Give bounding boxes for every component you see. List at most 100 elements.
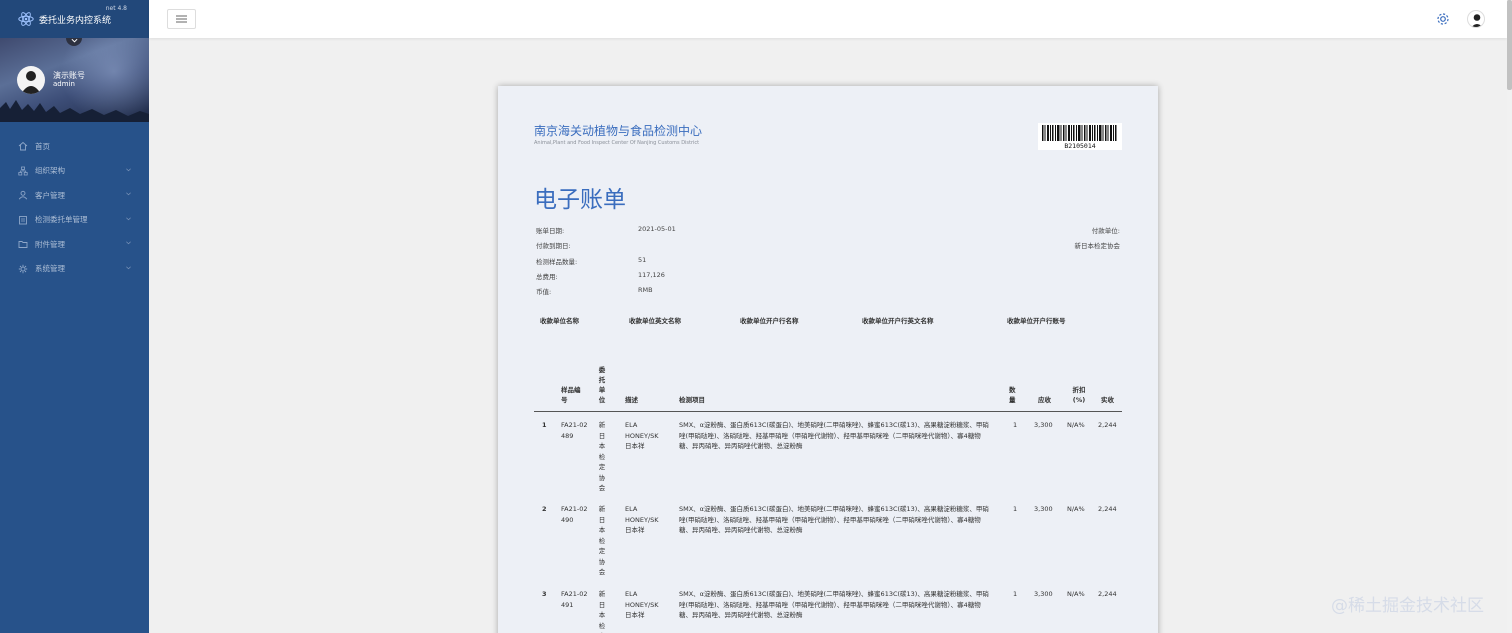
brand-bar: 委托业务内控系统 net 4.8 — [0, 0, 149, 38]
row-items: SMX、α淀粉酶、蛋白质613C(碳蛋白)、地美硝唑(二甲硝咪唑)、蜂蜜613C… — [679, 590, 989, 619]
chevron-down-icon — [126, 217, 131, 220]
clipboard-icon — [19, 215, 27, 225]
payer-label: 付款单位: — [1091, 227, 1120, 235]
row-index: 2 — [542, 505, 547, 513]
sample-count-value: 51 — [638, 256, 647, 264]
th-actual: 实收 — [1101, 396, 1114, 404]
bill-date-value: 2021-05-01 — [638, 225, 676, 233]
barcode-bars — [1042, 125, 1117, 141]
settings-gear-icon[interactable] — [1436, 12, 1450, 26]
row-qty: 1 — [1013, 590, 1018, 598]
row-items: SMX、α淀粉酶、蛋白质613C(碳蛋白)、地美硝唑(二甲硝咪唑)、蜂蜜613C… — [679, 421, 989, 450]
avatar-person-icon — [21, 71, 41, 94]
row-qty: 1 — [1013, 505, 1018, 513]
barcode: B2105014 — [1038, 123, 1122, 150]
th-items: 检测项目 — [679, 396, 705, 404]
menu-toggle-button[interactable] — [167, 9, 196, 29]
home-icon — [18, 142, 28, 151]
avatar-person-icon — [1471, 14, 1483, 27]
user-icon — [18, 191, 28, 200]
app-title: 委托业务内控系统 — [39, 15, 112, 26]
sidebar-item-home[interactable]: 首页 — [0, 134, 149, 159]
row-qty: 1 — [1013, 421, 1018, 429]
sample-count-label: 检测样品数量: — [536, 258, 578, 266]
bank-header-name: 收款单位名称 — [540, 317, 579, 325]
row-discount: N/A% — [1067, 421, 1085, 429]
row-index: 3 — [542, 590, 547, 598]
sidebar-item-system[interactable]: 系统管理 — [0, 257, 149, 282]
row-client: 新日本检定协会 — [598, 421, 606, 492]
table-header-divider — [534, 411, 1122, 412]
sidebar-item-label: 组织架构 — [35, 166, 65, 176]
sidebar-item-label: 客户管理 — [35, 190, 65, 200]
app-version: net 4.8 — [105, 5, 127, 12]
document-title: 电子账单 — [534, 187, 626, 213]
forest-silhouette — [0, 100, 149, 122]
sidebar-item-attachments[interactable]: 附件管理 — [0, 232, 149, 257]
row-actual: 2,244 — [1098, 590, 1117, 598]
sidebar-item-org[interactable]: 组织架构 — [0, 159, 149, 184]
payer-value: 新日本检定协会 — [1074, 242, 1121, 250]
chevron-down-icon — [126, 266, 131, 269]
th-desc: 描述 — [625, 396, 638, 404]
th-sample-no: 样品编号 — [561, 386, 581, 404]
chevron-down-icon — [126, 192, 131, 196]
avatar[interactable] — [17, 66, 45, 94]
sidebar-item-label: 检测委托单管理 — [35, 215, 88, 225]
row-due: 3,300 — [1034, 421, 1053, 429]
header-avatar[interactable] — [1467, 10, 1485, 28]
th-due: 应收 — [1038, 396, 1051, 404]
row-due: 3,300 — [1034, 590, 1053, 598]
row-sample-no: FA21-02491 — [561, 590, 588, 609]
row-sample-no: FA21-02490 — [561, 505, 588, 524]
row-desc: ELA HONEY/SK 日本祥 — [625, 505, 659, 534]
row-discount: N/A% — [1067, 505, 1085, 513]
user-profile-panel: 演示账号 admin — [0, 38, 149, 122]
row-desc: ELA HONEY/SK 日本祥 — [625, 590, 659, 619]
row-actual: 2,244 — [1098, 421, 1117, 429]
row-actual: 2,244 — [1098, 505, 1117, 513]
sidebar-item-label: 首页 — [35, 141, 50, 151]
row-index: 1 — [542, 421, 547, 429]
row-due: 3,300 — [1034, 505, 1053, 513]
chevron-down-icon — [71, 38, 77, 43]
barcode-number: B2105014 — [1064, 142, 1096, 150]
org-icon — [18, 166, 28, 176]
sidebar-item-customers[interactable]: 客户管理 — [0, 183, 149, 208]
chevron-down-icon — [126, 168, 131, 171]
row-client: 新日本检定协会 — [598, 590, 606, 633]
th-qty: 数量 — [1009, 386, 1016, 404]
sidebar-item-label: 附件管理 — [35, 239, 65, 249]
total-cost-label: 总费用: — [536, 273, 558, 281]
th-client: 委托单位 — [598, 366, 606, 404]
gear-icon — [18, 264, 28, 273]
row-sample-no: FA21-02489 — [561, 421, 588, 440]
scrollbar-thumb[interactable] — [1507, 0, 1512, 90]
top-header — [149, 0, 1507, 38]
bank-header-bank-en: 收款单位开户行英文名称 — [862, 317, 934, 325]
folder-icon — [18, 241, 28, 249]
bank-header-bank: 收款单位开户行名称 — [740, 317, 799, 325]
sidebar: 委托业务内控系统 net 4.8 演示账号 admin 首页 组织架构 客户管理… — [0, 0, 149, 633]
watermark: @稀土掘金技术社区 — [1331, 596, 1484, 616]
row-client: 新日本检定协会 — [598, 505, 606, 576]
org-name-cn: 南京海关动植物与食品检测中心 — [534, 124, 703, 138]
page-scrollbar[interactable] — [1507, 0, 1512, 633]
user-role: admin — [53, 80, 75, 88]
currency-value: RMB — [638, 286, 653, 294]
total-cost-value: 117,126 — [638, 271, 665, 279]
currency-label: 币值: — [536, 288, 552, 296]
bill-document: 南京海关动植物与食品检测中心 Animal,Plant and Food Ins… — [498, 86, 1158, 633]
row-desc: ELA HONEY/SK 日本祥 — [625, 421, 659, 450]
th-discount: 折扣(%) — [1072, 386, 1086, 404]
row-items: SMX、α淀粉酶、蛋白质613C(碳蛋白)、地美硝唑(二甲硝咪唑)、蜂蜜613C… — [679, 505, 989, 534]
due-date-label: 付款到期日: — [536, 242, 571, 250]
bank-header-account: 收款单位开户行账号 — [1007, 317, 1066, 325]
chevron-down-icon — [126, 241, 131, 245]
sidebar-item-label: 系统管理 — [35, 264, 65, 274]
bill-date-label: 账单日期: — [536, 227, 565, 235]
sidebar-item-orders[interactable]: 检测委托单管理 — [0, 208, 149, 233]
hamburger-icon — [176, 15, 187, 23]
org-name-en: Animal,Plant and Food Inspect Center Of … — [534, 140, 700, 146]
bank-header-en-name: 收款单位英文名称 — [629, 317, 681, 325]
